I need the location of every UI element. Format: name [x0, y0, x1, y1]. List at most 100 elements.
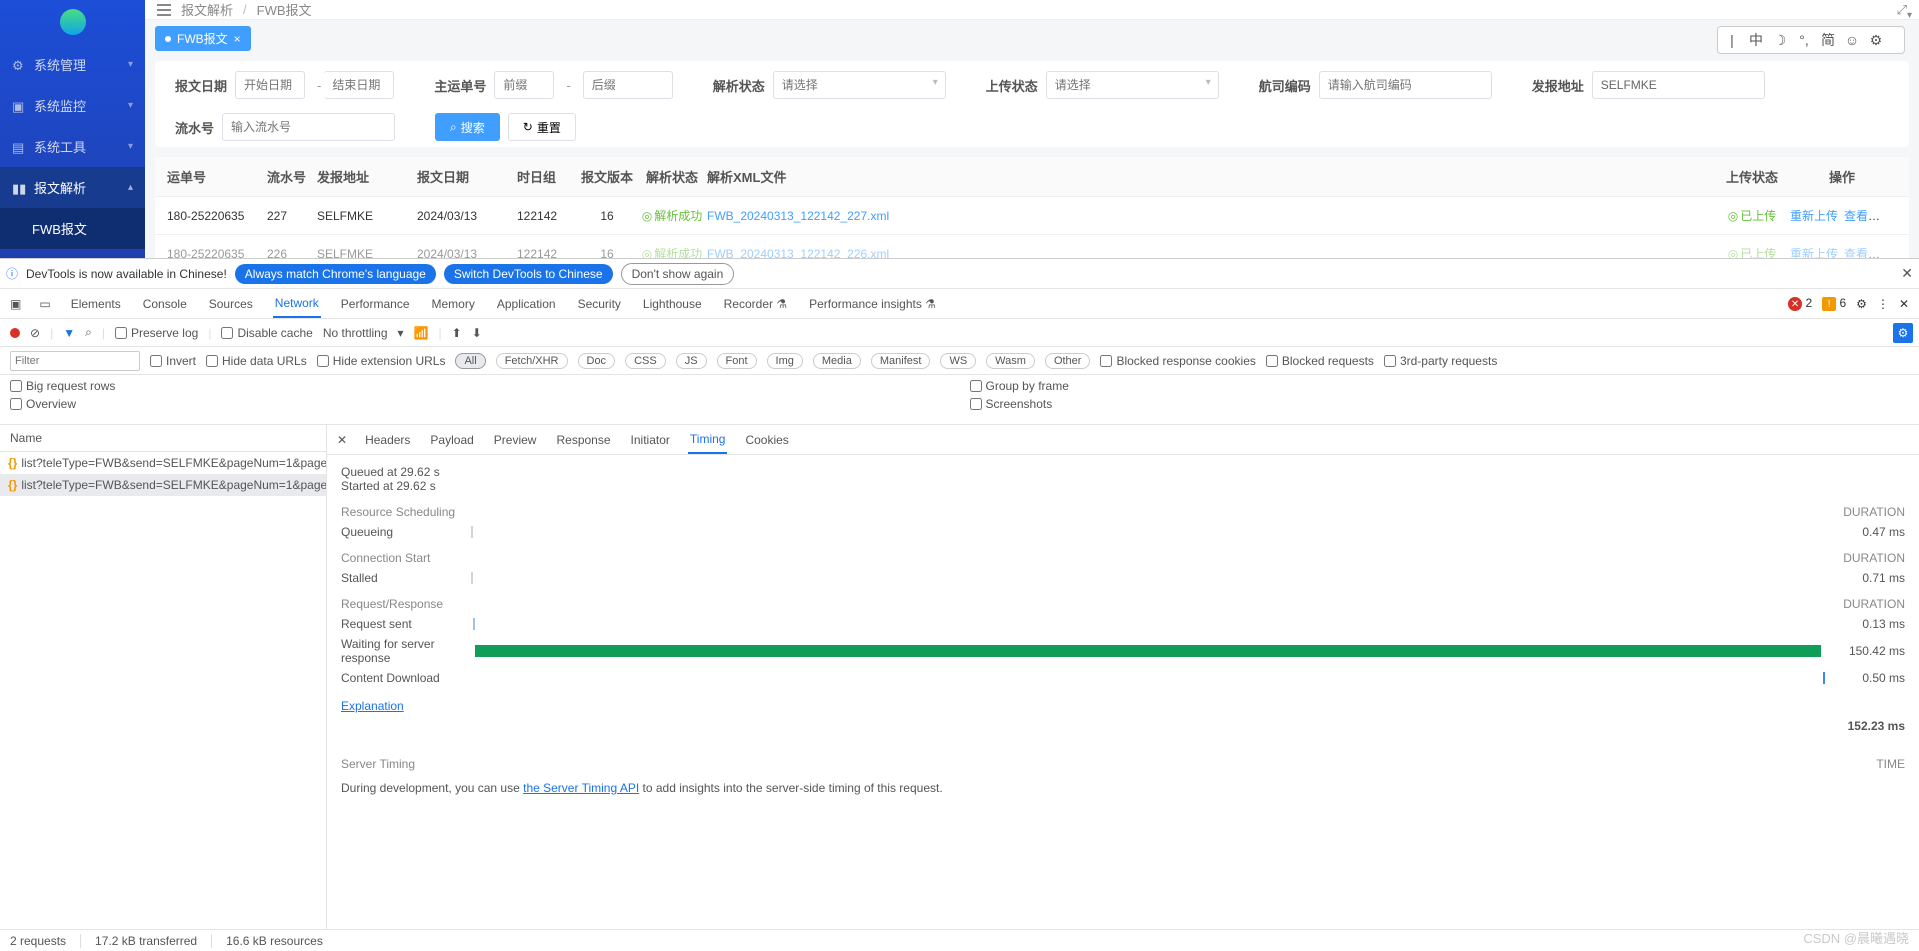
input-airline-code[interactable]	[1319, 71, 1492, 99]
close-icon[interactable]: ✕	[1899, 297, 1909, 311]
chip-manifest[interactable]: Manifest	[871, 353, 931, 369]
hide-data-urls-checkbox[interactable]: Hide data URLs	[206, 354, 307, 368]
ime-toolbar[interactable]: | 中 ☽ °, 简 ☺ ⚙	[1717, 26, 1905, 54]
upload-icon[interactable]: ⬆	[452, 326, 462, 340]
request-row[interactable]: {}list?teleType=FWB&send=SELFMKE&pageNum…	[0, 474, 326, 496]
gear-icon[interactable]: ⚙	[1856, 297, 1867, 311]
dtab-response[interactable]: Response	[554, 427, 612, 453]
download-icon[interactable]: ⬇	[472, 326, 482, 340]
tab-security[interactable]: Security	[576, 291, 623, 317]
error-count[interactable]: ✕ 2	[1788, 296, 1812, 312]
input-date-start[interactable]	[235, 71, 305, 99]
throttling-select[interactable]: No throttling	[323, 326, 388, 340]
input-awb-suffix[interactable]	[583, 71, 673, 99]
select-parse-status[interactable]	[773, 71, 946, 99]
dtab-cookies[interactable]: Cookies	[743, 427, 790, 453]
banner-dismiss-button[interactable]: Don't show again	[621, 263, 735, 285]
tab-network[interactable]: Network	[273, 290, 321, 318]
tab-elements[interactable]: Elements	[69, 291, 123, 317]
nav-system-tools[interactable]: ▤系统工具▾	[0, 126, 145, 167]
screenshots-checkbox[interactable]: Screenshots	[970, 397, 1910, 411]
clear-icon[interactable]: ⊘	[30, 326, 40, 340]
ime-moon-icon[interactable]: ☽	[1770, 32, 1790, 49]
select-upload-status[interactable]	[1046, 71, 1219, 99]
close-icon[interactable]: ✕	[1901, 265, 1913, 282]
close-icon[interactable]: ×	[234, 32, 241, 46]
nav-system-monitor[interactable]: ▣系统监控▾	[0, 85, 145, 126]
big-rows-checkbox[interactable]: Big request rows	[10, 379, 950, 393]
banner-switch-button[interactable]: Switch DevTools to Chinese	[444, 264, 613, 284]
reset-button[interactable]: ↻重置	[508, 113, 576, 141]
chip-media[interactable]: Media	[813, 353, 861, 369]
input-date-end[interactable]	[324, 71, 394, 99]
explanation-link[interactable]: Explanation	[341, 699, 404, 713]
dtab-headers[interactable]: Headers	[363, 427, 412, 453]
ime-cursor-icon[interactable]: |	[1722, 32, 1742, 48]
input-awb-prefix[interactable]	[494, 71, 554, 99]
record-icon[interactable]	[10, 328, 20, 338]
more-icon[interactable]: ⋮	[1877, 297, 1889, 311]
tab-lighthouse[interactable]: Lighthouse	[641, 291, 704, 317]
inspect-icon[interactable]: ▣	[10, 297, 21, 311]
nav-fwb[interactable]: FWB报文	[0, 208, 145, 249]
hamburger-icon[interactable]	[157, 4, 171, 16]
disable-cache-checkbox[interactable]: Disable cache	[221, 326, 312, 340]
tab-sources[interactable]: Sources	[207, 291, 255, 317]
nav-system-manage[interactable]: ⚙系统管理▾	[0, 44, 145, 85]
chip-img[interactable]: Img	[767, 353, 803, 369]
chip-ws[interactable]: WS	[940, 353, 976, 369]
input-serial[interactable]	[222, 113, 395, 141]
preserve-log-checkbox[interactable]: Preserve log	[115, 326, 198, 340]
chip-js[interactable]: JS	[676, 353, 707, 369]
chip-wasm[interactable]: Wasm	[986, 353, 1035, 369]
ime-dropdown-icon[interactable]: ▾	[1907, 10, 1917, 20]
chip-other[interactable]: Other	[1045, 353, 1091, 369]
tab-recorder[interactable]: Recorder ⚗	[722, 291, 789, 317]
chip-css[interactable]: CSS	[625, 353, 666, 369]
filter-input[interactable]	[10, 351, 140, 371]
tab-performance[interactable]: Performance	[339, 291, 412, 317]
ime-settings-icon[interactable]: ⚙	[1866, 32, 1886, 49]
warning-count[interactable]: ! 6	[1822, 296, 1846, 312]
wifi-icon[interactable]: 📶	[414, 326, 429, 340]
input-send-addr[interactable]	[1592, 71, 1765, 99]
dtab-initiator[interactable]: Initiator	[629, 427, 672, 453]
search-icon[interactable]: ⌕	[85, 325, 92, 340]
dtab-payload[interactable]: Payload	[428, 427, 475, 453]
invert-checkbox[interactable]: Invert	[150, 354, 196, 368]
filter-icon[interactable]: ▼	[63, 326, 75, 340]
op-reupload[interactable]: 重新上传	[1790, 209, 1838, 223]
ime-punct-icon[interactable]: °,	[1794, 32, 1814, 48]
op-view[interactable]: 查看	[1844, 209, 1868, 223]
breadcrumb-item[interactable]: 报文解析	[181, 0, 233, 19]
expand-icon[interactable]: ⤢	[1897, 2, 1907, 18]
tab-application[interactable]: Application	[495, 291, 558, 317]
ime-simplified-icon[interactable]: 简	[1818, 30, 1838, 50]
reqlist-header[interactable]: Name	[0, 425, 326, 452]
third-party-checkbox[interactable]: 3rd-party requests	[1384, 354, 1497, 368]
ime-emoji-icon[interactable]: ☺	[1842, 32, 1862, 48]
xml-link[interactable]: FWB_20240313_122142_227.xml	[707, 209, 889, 223]
chip-font[interactable]: Font	[717, 353, 757, 369]
chip-doc[interactable]: Doc	[578, 353, 616, 369]
close-icon[interactable]: ✕	[337, 433, 347, 447]
blocked-cookies-checkbox[interactable]: Blocked response cookies	[1100, 354, 1255, 368]
dtab-timing[interactable]: Timing	[688, 426, 728, 454]
hide-ext-urls-checkbox[interactable]: Hide extension URLs	[317, 354, 446, 368]
tab-console[interactable]: Console	[141, 291, 189, 317]
ime-lang-icon[interactable]: 中	[1746, 30, 1766, 50]
nav-message-parse[interactable]: ▮▮报文解析▴	[0, 167, 145, 208]
tab-perf-insights[interactable]: Performance insights ⚗	[807, 291, 938, 317]
blocked-requests-checkbox[interactable]: Blocked requests	[1266, 354, 1374, 368]
tab-fwb[interactable]: FWB报文 ×	[155, 26, 251, 51]
group-frame-checkbox[interactable]: Group by frame	[970, 379, 1910, 393]
banner-match-button[interactable]: Always match Chrome's language	[235, 264, 436, 284]
search-button[interactable]: ⌕搜索	[435, 113, 500, 141]
chip-all[interactable]: All	[455, 353, 485, 369]
device-icon[interactable]: ▭	[39, 297, 50, 311]
request-row[interactable]: {}list?teleType=FWB&send=SELFMKE&pageNum…	[0, 452, 326, 474]
overview-checkbox[interactable]: Overview	[10, 397, 950, 411]
settings-gear-icon[interactable]: ⚙	[1893, 323, 1913, 343]
dtab-preview[interactable]: Preview	[492, 427, 539, 453]
chip-fetchxhr[interactable]: Fetch/XHR	[496, 353, 568, 369]
